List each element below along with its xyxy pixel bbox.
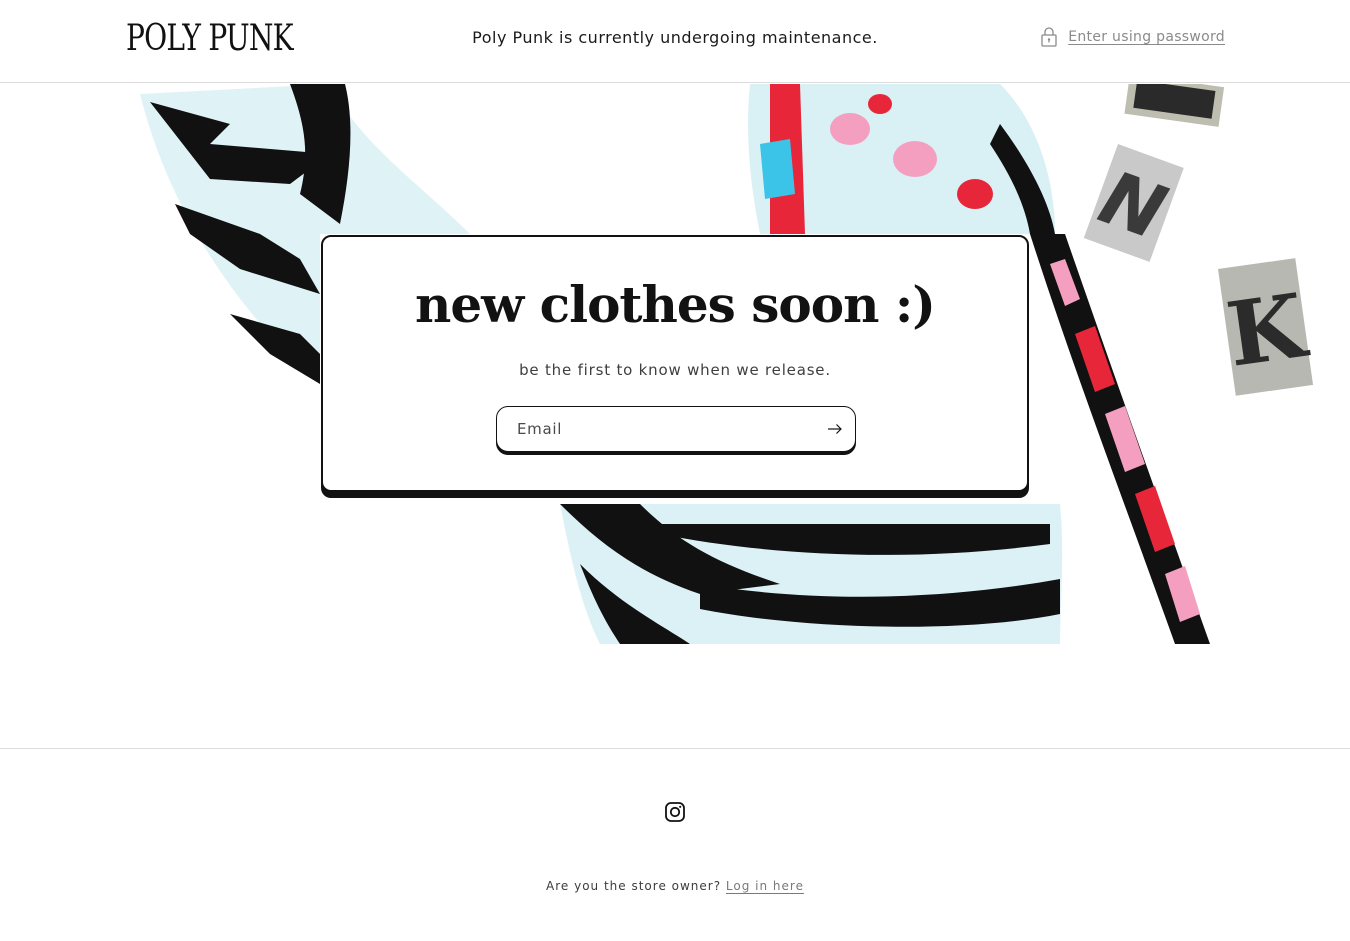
hat-bottom-shape (560, 504, 1063, 644)
hat-top-shape (748, 84, 1055, 234)
lock-icon (1041, 27, 1057, 47)
enter-password-link[interactable]: Enter using password (1040, 27, 1225, 47)
subscribe-button[interactable] (821, 415, 849, 443)
newsletter-subtitle: be the first to know when we release. (519, 361, 831, 379)
coming-soon-title: new clothes soon :) (415, 275, 936, 334)
svg-text:K: K (1221, 273, 1315, 387)
hero-banner: N K new clothes soon :) be the first to … (0, 84, 1350, 644)
site-footer: Are you the store owner? Log in here (0, 748, 1350, 941)
site-header: POLY PUNK Poly Punk is currently undergo… (0, 0, 1350, 83)
enter-password-label: Enter using password (1068, 29, 1225, 45)
login-link[interactable]: Log in here (726, 879, 804, 893)
instagram-icon[interactable] (664, 801, 686, 823)
email-input[interactable] (497, 407, 797, 451)
newsletter-card: new clothes soon :) be the first to know… (321, 235, 1029, 492)
email-form (496, 406, 856, 452)
arrow-right-icon (828, 424, 842, 434)
owner-question: Are you the store owner? (546, 879, 722, 893)
store-owner-line: Are you the store owner? Log in here (0, 879, 1350, 893)
cutout-letters: N K (1083, 84, 1315, 396)
